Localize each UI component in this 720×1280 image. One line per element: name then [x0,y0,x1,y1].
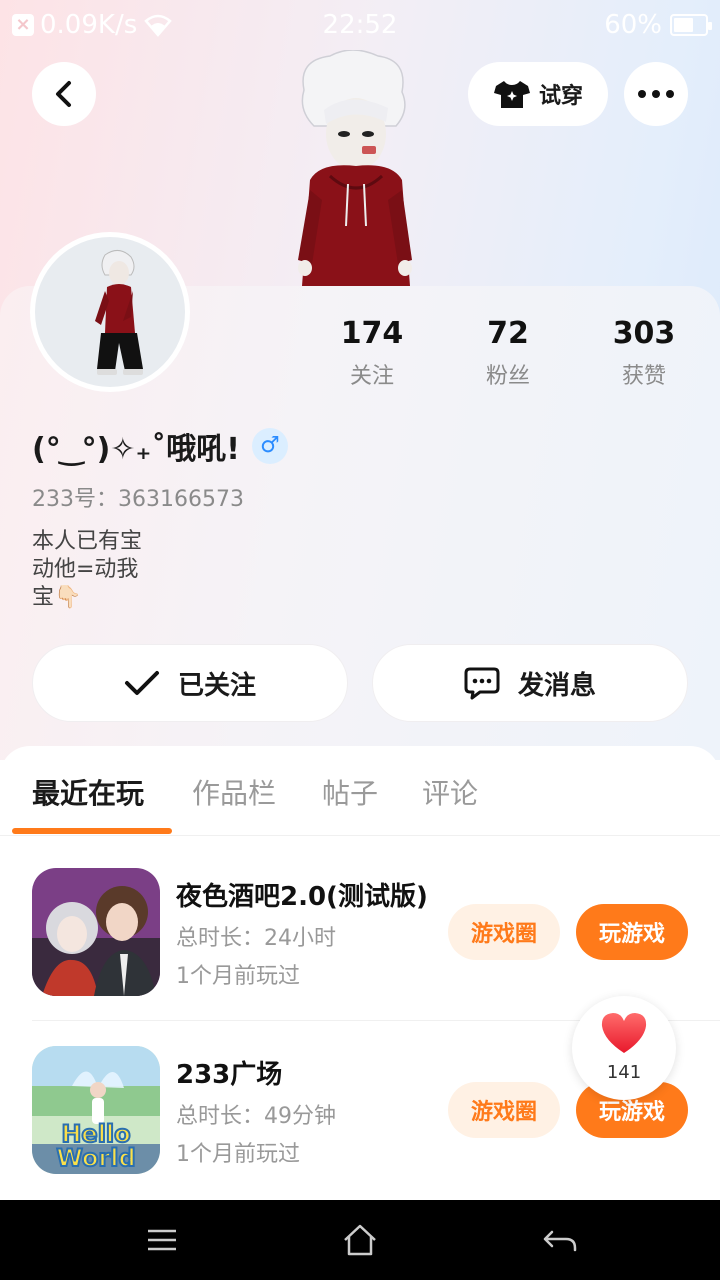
status-bar: × 0.09K/s 22:52 60% [0,0,720,52]
bio-line: 动他=动我 [32,557,139,582]
fans-label: 粉丝 [485,364,530,389]
game-circle-button[interactable]: 游戏圈 [448,1082,560,1138]
floating-like-button[interactable]: 141 [572,996,676,1100]
following-count: 174 [340,316,404,351]
stat-likes[interactable]: 303 获赞 [576,314,712,390]
likes-label: 获赞 [621,364,666,389]
like-count: 141 [606,1062,642,1083]
try-on-button[interactable]: 试穿 [468,62,608,126]
more-dots-icon [638,90,674,98]
nickname-text: (° ͜ °)✧₊˚哦吼! [32,432,240,467]
likes-count: 303 [612,316,676,351]
game-last-played: 1个月前玩过 [176,1142,300,1167]
stat-fans[interactable]: 72 粉丝 [440,314,576,390]
bio: 本人已有宝 动他=动我 宝👇🏻 [32,528,142,612]
nickname: (° ͜ °)✧₊˚哦吼! ♂ [32,424,288,468]
list-item[interactable]: 夜色酒吧2.0(测试版) 总时长：24小时 1个月前玩过 游戏圈 玩游戏 [0,864,720,1014]
game-duration: 总时长：24小时 [176,926,336,951]
game-icon: Hello World [32,1046,160,1174]
game-title: 夜色酒吧2.0(测试版) [176,882,428,912]
hero-avatar-figure [298,50,412,286]
tab-comments[interactable]: 评论 [422,772,478,812]
game-icon-text-world: World [56,1144,135,1172]
fans-count: 72 [487,316,529,351]
chevron-left-icon [56,81,71,107]
play-game-button[interactable]: 玩游戏 [576,904,688,960]
followed-button[interactable]: 已关注 [32,644,348,722]
stat-following[interactable]: 174 关注 [304,314,440,390]
chat-bubble-icon [464,667,500,700]
game-circle-button[interactable]: 游戏圈 [448,904,560,960]
more-button[interactable] [624,62,688,126]
heart-icon [601,1013,647,1053]
try-on-label: 试穿 [538,84,583,109]
check-icon [124,671,159,695]
game-duration: 总时长：49分钟 [176,1104,336,1129]
following-label: 关注 [349,364,394,389]
tab-posts[interactable]: 帖子 [322,772,378,812]
back-icon[interactable] [540,1220,580,1260]
content-panel: 最近在玩 作品栏 帖子 评论 夜色酒吧2.0(测试版) 总时长：24小时 1个月… [0,746,720,1200]
tab-recently-played[interactable]: 最近在玩 [32,772,144,812]
game-last-played: 1个月前玩过 [176,964,300,989]
bio-line: 宝👇🏻 [32,585,82,610]
profile-stats: 174 关注 72 粉丝 303 获赞 [304,314,712,390]
followed-label: 已关注 [177,670,256,701]
avatar[interactable] [30,232,190,392]
back-button[interactable] [32,62,96,126]
male-gender-icon: ♂ [251,428,288,464]
menu-icon[interactable] [142,1220,182,1260]
message-label: 发消息 [517,670,596,701]
game-icon [32,868,160,996]
tab-works[interactable]: 作品栏 [192,772,276,812]
game-title: 233广场 [176,1060,283,1090]
system-nav-bar [0,1200,720,1280]
home-icon[interactable] [340,1220,380,1260]
avatar-figure [95,250,143,375]
battery-icon [670,14,712,36]
bio-line: 本人已有宝 [32,529,143,554]
message-button[interactable]: 发消息 [372,644,688,722]
active-tab-indicator [12,828,172,834]
battery-percent: 60% [604,10,662,40]
tab-bar: 最近在玩 作品栏 帖子 评论 [0,746,720,836]
tshirt-icon [493,81,530,108]
user-id[interactable]: 233号：363166573 [32,481,244,513]
